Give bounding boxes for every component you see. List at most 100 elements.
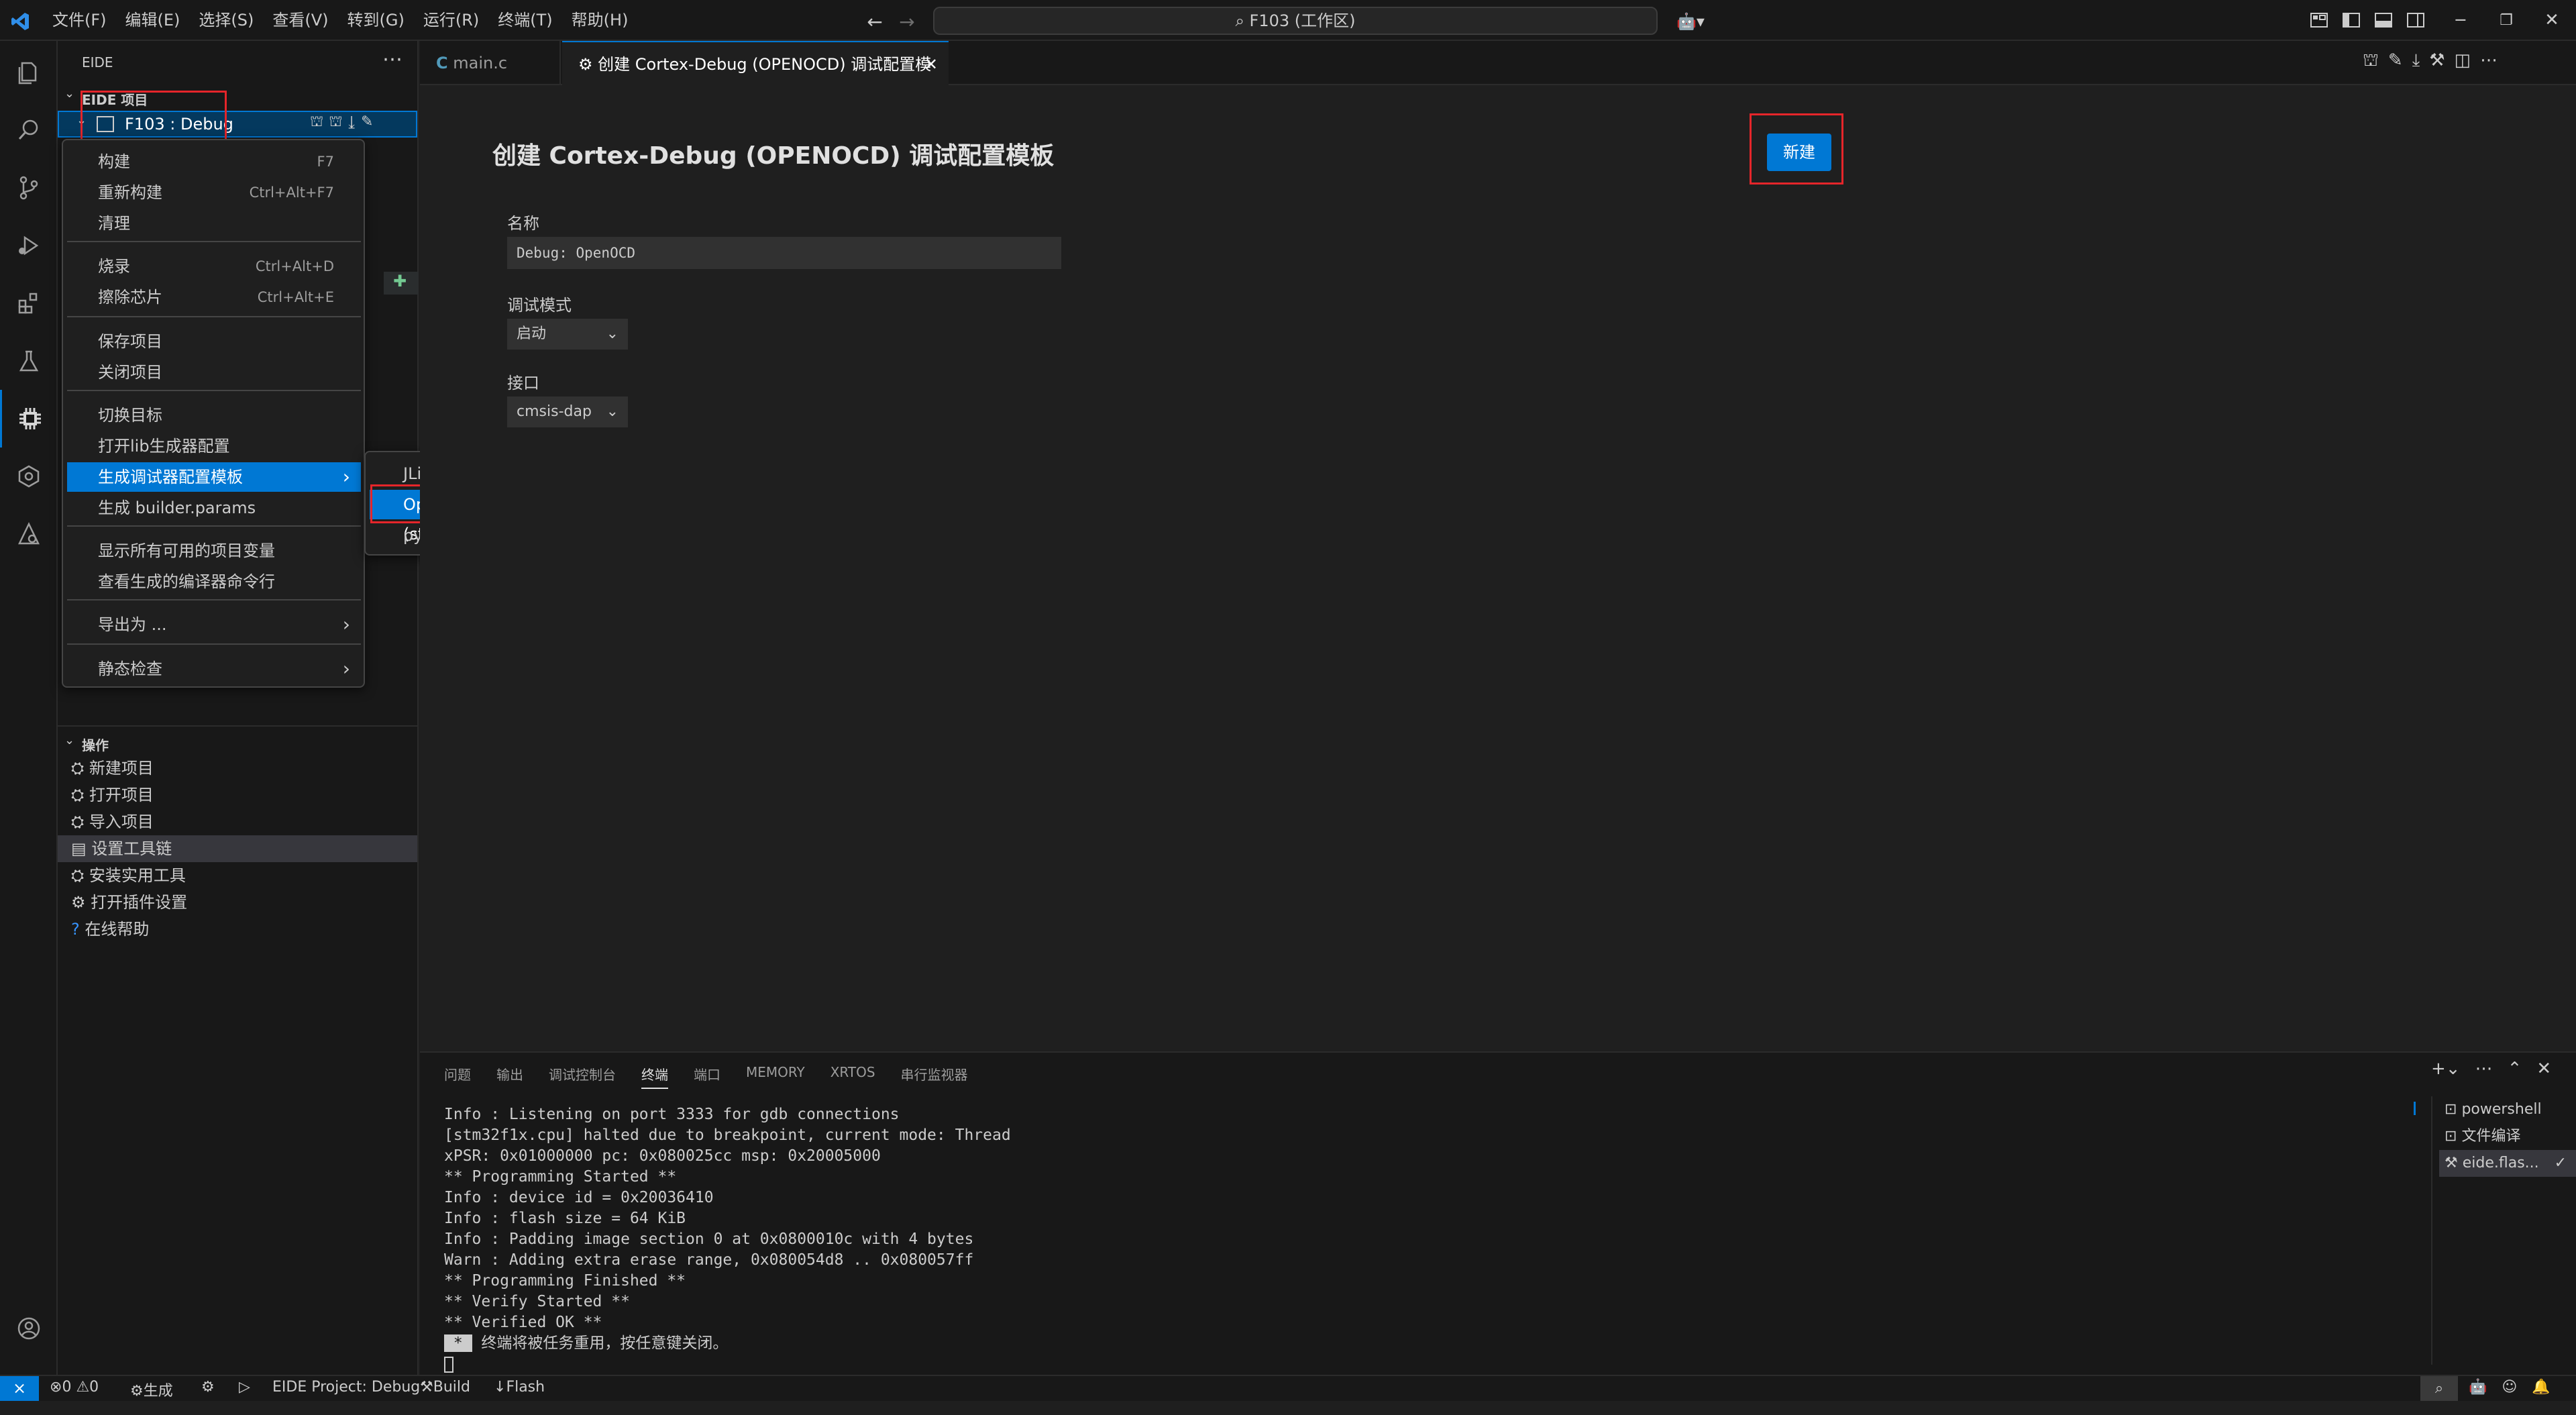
run-icon[interactable]: ▷ (239, 1379, 250, 1396)
panel-tab[interactable]: 问题 (444, 1064, 471, 1089)
tools-icon[interactable]: ⚒ (2429, 50, 2445, 73)
context-menu-item[interactable]: 静态检查 › (67, 654, 361, 684)
add-source-icon[interactable]: ✚ (384, 272, 419, 295)
copilot-icon[interactable]: 🤖▾ (1670, 8, 1711, 35)
interface-select[interactable]: cmsis-dap ⌄ (507, 397, 628, 427)
debug-mode-select[interactable]: 启动 ⌄ (507, 319, 628, 350)
source-control-icon[interactable] (0, 159, 58, 217)
zoom-icon[interactable]: ⌕ (2420, 1376, 2458, 1401)
context-menu-item[interactable]: 重新构建 Ctrl+Alt+F7 (67, 178, 361, 207)
context-menu-item[interactable]: 切换目标 (67, 401, 361, 430)
restore-icon[interactable]: ❐ (2493, 7, 2520, 34)
context-menu-item[interactable]: 擦除芯片 Ctrl+Alt+E (67, 282, 361, 312)
project-action-icons[interactable]: ⛫⛫⤓✎ (310, 113, 378, 132)
notifications-icon[interactable]: 🔔 (2532, 1379, 2550, 1396)
terminal-list-item[interactable]: ⊡ powershell (2439, 1096, 2576, 1123)
menu-item[interactable]: 运行(R) (414, 0, 488, 41)
context-menu-item[interactable]: 查看生成的编译器命令行 (67, 567, 361, 596)
context-menu-item[interactable]: 生成调试器配置模板 › (67, 462, 361, 492)
close-window-icon[interactable]: ✕ (2538, 7, 2565, 34)
copilot-status-icon[interactable]: 🤖 (2469, 1379, 2487, 1396)
split-editor-icon[interactable]: ◫ (2455, 50, 2471, 73)
explorer-icon[interactable] (0, 44, 58, 101)
chevron-down-icon[interactable]: ⌄ (64, 87, 74, 101)
remote-icon[interactable]: ⨯ (0, 1376, 39, 1401)
context-menu-item[interactable]: 烧录 Ctrl+Alt+D (67, 252, 361, 281)
context-menu-item[interactable]: 清理 (67, 209, 361, 238)
eide-chip-icon[interactable] (0, 390, 58, 448)
flash-button[interactable]: ↓Flash (494, 1379, 545, 1396)
menu-item[interactable]: 编辑(E) (116, 0, 190, 41)
search-view-icon[interactable] (0, 101, 58, 159)
panel-tab[interactable]: MEMORY (746, 1064, 805, 1089)
more-actions-icon[interactable]: ⋯ (382, 48, 402, 71)
close-panel-icon[interactable]: ✕ (2536, 1059, 2551, 1079)
ops-item[interactable]: ⚙ 打开插件设置 (58, 889, 417, 916)
menu-item[interactable]: 选择(S) (189, 0, 263, 41)
ops-item[interactable]: ⛭ 打开项目 (58, 782, 417, 808)
rtos-icon[interactable] (0, 448, 58, 505)
menu-item[interactable]: 文件(F) (43, 0, 116, 41)
toggle-sidebar-icon[interactable] (2340, 8, 2363, 32)
menu-separator (67, 241, 361, 242)
close-tab-icon[interactable]: ✕ (924, 42, 938, 87)
build-icon[interactable]: ⛫ (2363, 50, 2379, 73)
ops-item[interactable]: ⛭ 导入项目 (58, 808, 417, 835)
context-menu-item[interactable]: 构建 F7 (67, 147, 361, 176)
name-field[interactable]: Debug: OpenOCD (507, 237, 1061, 269)
run-debug-icon[interactable] (0, 217, 58, 274)
feedback-icon[interactable]: ☺ (2502, 1379, 2517, 1396)
terminal-list-item[interactable]: ⊡ 文件编译 (2439, 1123, 2576, 1150)
tab-main-c[interactable]: C main.c (420, 41, 561, 85)
menu-item[interactable]: 终端(T) (488, 0, 561, 41)
panel-tab[interactable]: 调试控制台 (549, 1064, 616, 1089)
toggle-secondary-sidebar-icon[interactable] (2404, 8, 2427, 32)
problems-indicator[interactable]: ⊗0 ⚠0 (50, 1379, 99, 1396)
accounts-icon[interactable] (0, 1300, 58, 1357)
ops-item[interactable]: ? 在线帮助 (58, 916, 417, 943)
maximize-panel-icon[interactable]: ⌃ (2508, 1059, 2522, 1079)
terminal-output[interactable]: Info : Listening on port 3333 for gdb co… (444, 1104, 1011, 1333)
menu-item[interactable]: 帮助(H) (562, 0, 638, 41)
panel-tab[interactable]: 串行监视器 (901, 1064, 968, 1089)
extensions-icon[interactable] (0, 274, 58, 332)
project-status[interactable]: EIDE Project: Debug (272, 1379, 420, 1396)
panel-tab[interactable]: 终端 (641, 1064, 668, 1089)
context-menu-item[interactable]: 保存项目 (67, 327, 361, 356)
panel-tab[interactable]: XRTOS (830, 1064, 875, 1089)
context-menu-item[interactable]: 导出为 ... › (67, 610, 361, 639)
ops-section-title[interactable]: 操作 (82, 735, 109, 754)
menu-item[interactable]: 查看(V) (263, 0, 337, 41)
flash-icon[interactable]: ⤓ (2412, 50, 2420, 73)
build-button[interactable]: ⚒Build (420, 1379, 470, 1396)
minimize-icon[interactable]: ─ (2447, 7, 2474, 34)
context-menu-item[interactable]: 关闭项目 (67, 358, 361, 387)
back-arrow-icon[interactable]: ← (861, 8, 888, 35)
tab-debug-config[interactable]: ⚙ 创建 Cortex-Debug (OPENOCD) 调试配置模板 ✕ (562, 41, 949, 118)
new-terminal-icon[interactable]: +⌄ (2431, 1059, 2461, 1079)
clean-icon[interactable]: ✎ (2388, 50, 2403, 73)
forward-arrow-icon[interactable]: → (894, 8, 920, 35)
settings-status-icon[interactable]: ⚙ (201, 1379, 215, 1396)
ops-item[interactable]: ⛭ 安装实用工具 (58, 862, 417, 889)
terminal-list-item[interactable]: ⚒ eide.flas... ✓ (2439, 1150, 2576, 1177)
panel-tab[interactable]: 端口 (694, 1064, 720, 1089)
context-menu-item[interactable]: 显示所有可用的项目变量 (67, 536, 361, 566)
ops-item[interactable]: ⛭ 新建项目 (58, 755, 417, 782)
command-center-search[interactable]: ⌕ F103 (工作区) (933, 7, 1658, 35)
chevron-down-icon[interactable]: ⌄ (64, 733, 74, 747)
context-menu-item[interactable]: 生成 builder.params (67, 493, 361, 523)
toggle-panel-icon[interactable] (2372, 8, 2395, 32)
customize-layout-icon[interactable] (2308, 8, 2330, 32)
interface-value: cmsis-dap (517, 403, 592, 420)
context-menu-item[interactable]: 打开lib生成器配置 (67, 431, 361, 461)
more-actions-icon[interactable]: ⋯ (2475, 1059, 2493, 1079)
more-actions-icon[interactable]: ⋯ (2480, 50, 2498, 73)
panel-tab[interactable]: 输出 (496, 1064, 523, 1089)
ops-item[interactable]: ▤ 设置工具链 (58, 835, 417, 862)
chevron-down-icon: ⌄ (606, 403, 619, 420)
platformio-icon[interactable] (0, 505, 58, 563)
testing-icon[interactable] (0, 332, 58, 390)
build-status[interactable]: ⚙生成 (130, 1379, 173, 1400)
menu-item[interactable]: 转到(G) (338, 0, 414, 41)
